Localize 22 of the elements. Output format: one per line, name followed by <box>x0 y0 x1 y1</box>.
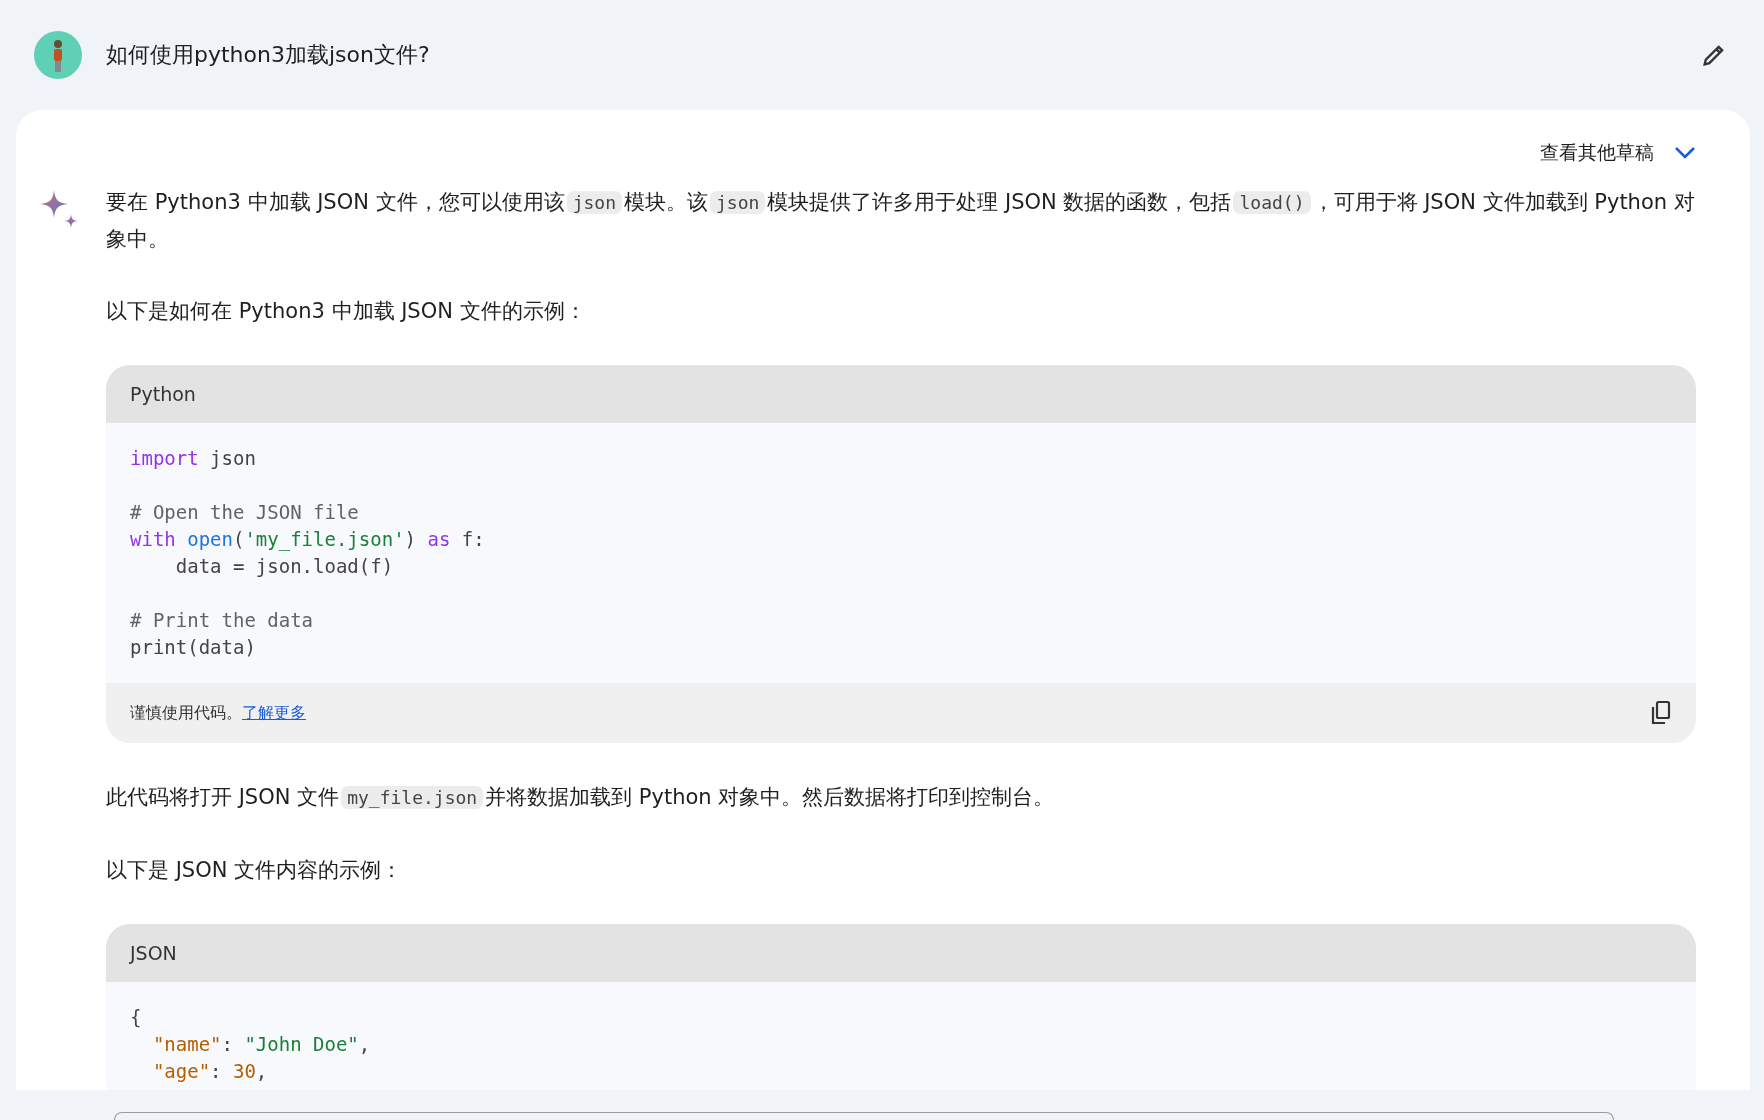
code-line: # Print the data <box>130 608 315 633</box>
learn-more-link[interactable]: 了解更多 <box>242 702 306 722</box>
code-line: print(data) <box>130 635 257 660</box>
drafts-button[interactable]: 查看其他草稿 <box>1540 140 1696 166</box>
code-line: "name": "John Doe", <box>151 1032 372 1057</box>
code-line: # Open the JSON file <box>130 500 360 525</box>
code-notice: 谨慎使用代码。 <box>130 702 242 722</box>
response-paragraph: 要在 Python3 中加载 JSON 文件，您可以使用该 json 模块。该 json 模块提供了许多用于处理 JSON 数据的函数，包括 load() ，可用于将 JSON 文件加载到 Python 对象中。 <box>106 189 1696 253</box>
avatar <box>34 31 82 79</box>
prompt-text: 如何使用python3加载json文件? <box>106 41 431 69</box>
chevron-down-icon <box>1674 146 1696 160</box>
response-paragraph: 以下是 JSON 文件内容的示例： <box>106 857 404 884</box>
response-paragraph: 此代码将打开 JSON 文件 my_file.json 并将数据加载到 Python 对象中。然后数据将打印到控制台。 <box>106 784 1056 811</box>
code-line: data = json.load(f) <box>174 554 395 579</box>
code-language: Python <box>130 383 196 405</box>
code-line: import json <box>130 446 257 471</box>
code-language: JSON <box>130 942 177 964</box>
code-line: { <box>130 1005 143 1030</box>
copy-button[interactable] <box>1650 700 1672 726</box>
response-paragraph: 以下是如何在 Python3 中加载 JSON 文件的示例： <box>106 298 587 325</box>
code-line: with open('my_file.json') as f: <box>130 527 486 553</box>
code-line: "age": 30, <box>151 1059 269 1084</box>
